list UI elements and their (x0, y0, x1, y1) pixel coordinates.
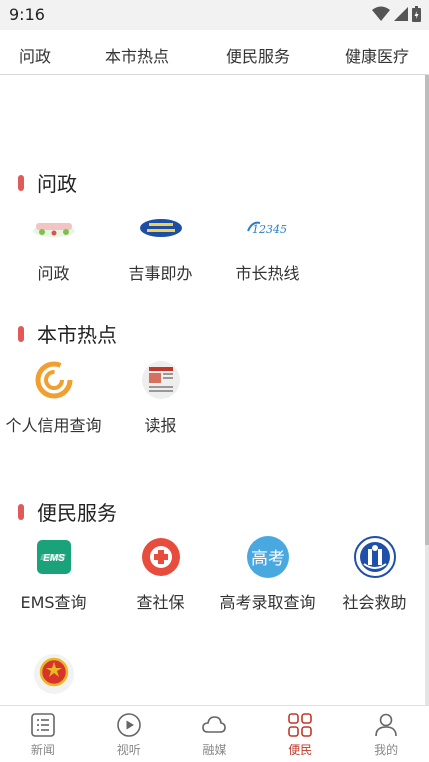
nav-label: 视听 (116, 743, 141, 757)
service-label: 读报 (144, 416, 177, 435)
service-read-newspaper[interactable]: 读报 (107, 358, 214, 438)
section-title: 本市热点 (37, 323, 117, 347)
credit-icon (32, 358, 76, 402)
bottom-nav: 新闻 视听 融媒 便民 我的 (0, 705, 429, 762)
section-marker (18, 503, 24, 520)
service-ems-query[interactable]: EMS EMS查询 (0, 535, 107, 615)
grid-icon (288, 713, 313, 737)
social-aid-icon (353, 535, 397, 579)
status-icons (372, 6, 421, 22)
gaokao-icon: 高考 (246, 535, 290, 579)
newspaper-icon (139, 358, 183, 402)
status-time: 9:16 (9, 5, 45, 24)
national-emblem-icon (32, 652, 76, 696)
user-icon (375, 713, 397, 737)
signal-icon (394, 7, 408, 21)
ems-icon: EMS (32, 535, 76, 579)
service-national-emblem[interactable] (0, 652, 107, 696)
service-jishijiban[interactable]: 吉事即办 (107, 206, 214, 286)
service-label: EMS查询 (20, 593, 87, 612)
nav-label: 新闻 (30, 743, 55, 757)
section-title: 问政 (37, 172, 77, 196)
section-marker (18, 174, 24, 191)
service-social-aid[interactable]: 社会救助 (321, 535, 428, 615)
service-wenzheng[interactable]: 问政 (0, 206, 107, 286)
social-security-icon (139, 535, 183, 579)
hotline-icon-text: 12345 (252, 223, 287, 236)
section-header-wenzheng: 问政 (18, 168, 77, 197)
service-social-security[interactable]: 查社保 (107, 535, 214, 615)
gaokao-icon-text: 高考 (251, 549, 285, 569)
section-header-services: 便民服务 (18, 497, 117, 526)
service-label: 吉事即办 (128, 264, 193, 283)
play-icon (116, 713, 141, 737)
status-bar: 9:16 (0, 0, 429, 30)
scrollbar-thumb[interactable] (425, 75, 429, 545)
nav-services[interactable]: 便民 (257, 706, 343, 762)
service-label: 市长热线 (235, 264, 300, 283)
ems-icon-text: EMS (43, 553, 65, 564)
tab-health[interactable]: 健康医疗 (345, 43, 409, 67)
wenzheng-logo-icon (32, 206, 76, 250)
section-marker (18, 325, 24, 342)
service-mayor-hotline[interactable]: 12345 市长热线 (214, 206, 321, 286)
top-tab-bar: 问政 本市热点 便民服务 健康医疗 (0, 30, 429, 75)
section-title: 便民服务 (37, 501, 117, 525)
cloud-icon (202, 716, 227, 733)
nav-label: 我的 (374, 743, 399, 757)
nav-label: 融媒 (202, 743, 227, 757)
service-label: 个人信用查询 (5, 416, 102, 435)
service-label: 查社保 (136, 593, 185, 612)
nav-label: 便民 (288, 743, 313, 757)
service-label: 高考录取查询 (219, 593, 316, 612)
nav-video[interactable]: 视听 (86, 706, 172, 762)
service-credit-query[interactable]: 个人信用查询 (0, 358, 107, 438)
jishijiban-logo-icon (139, 206, 183, 250)
wifi-icon (372, 6, 390, 21)
news-icon (31, 713, 55, 737)
nav-profile[interactable]: 我的 (343, 706, 429, 762)
service-gaokao-query[interactable]: 高考 高考录取查询 (214, 535, 321, 615)
tab-services[interactable]: 便民服务 (226, 43, 290, 67)
service-label: 社会救助 (342, 593, 407, 612)
tab-wenzheng[interactable]: 问政 (19, 43, 51, 67)
nav-media[interactable]: 融媒 (172, 706, 258, 762)
service-label: 问政 (37, 264, 70, 283)
tab-local-hot[interactable]: 本市热点 (105, 43, 169, 67)
battery-icon (412, 6, 421, 22)
section-header-local-hot: 本市热点 (18, 319, 117, 348)
nav-news[interactable]: 新闻 (0, 706, 86, 762)
hotline-12345-icon: 12345 (246, 206, 290, 250)
